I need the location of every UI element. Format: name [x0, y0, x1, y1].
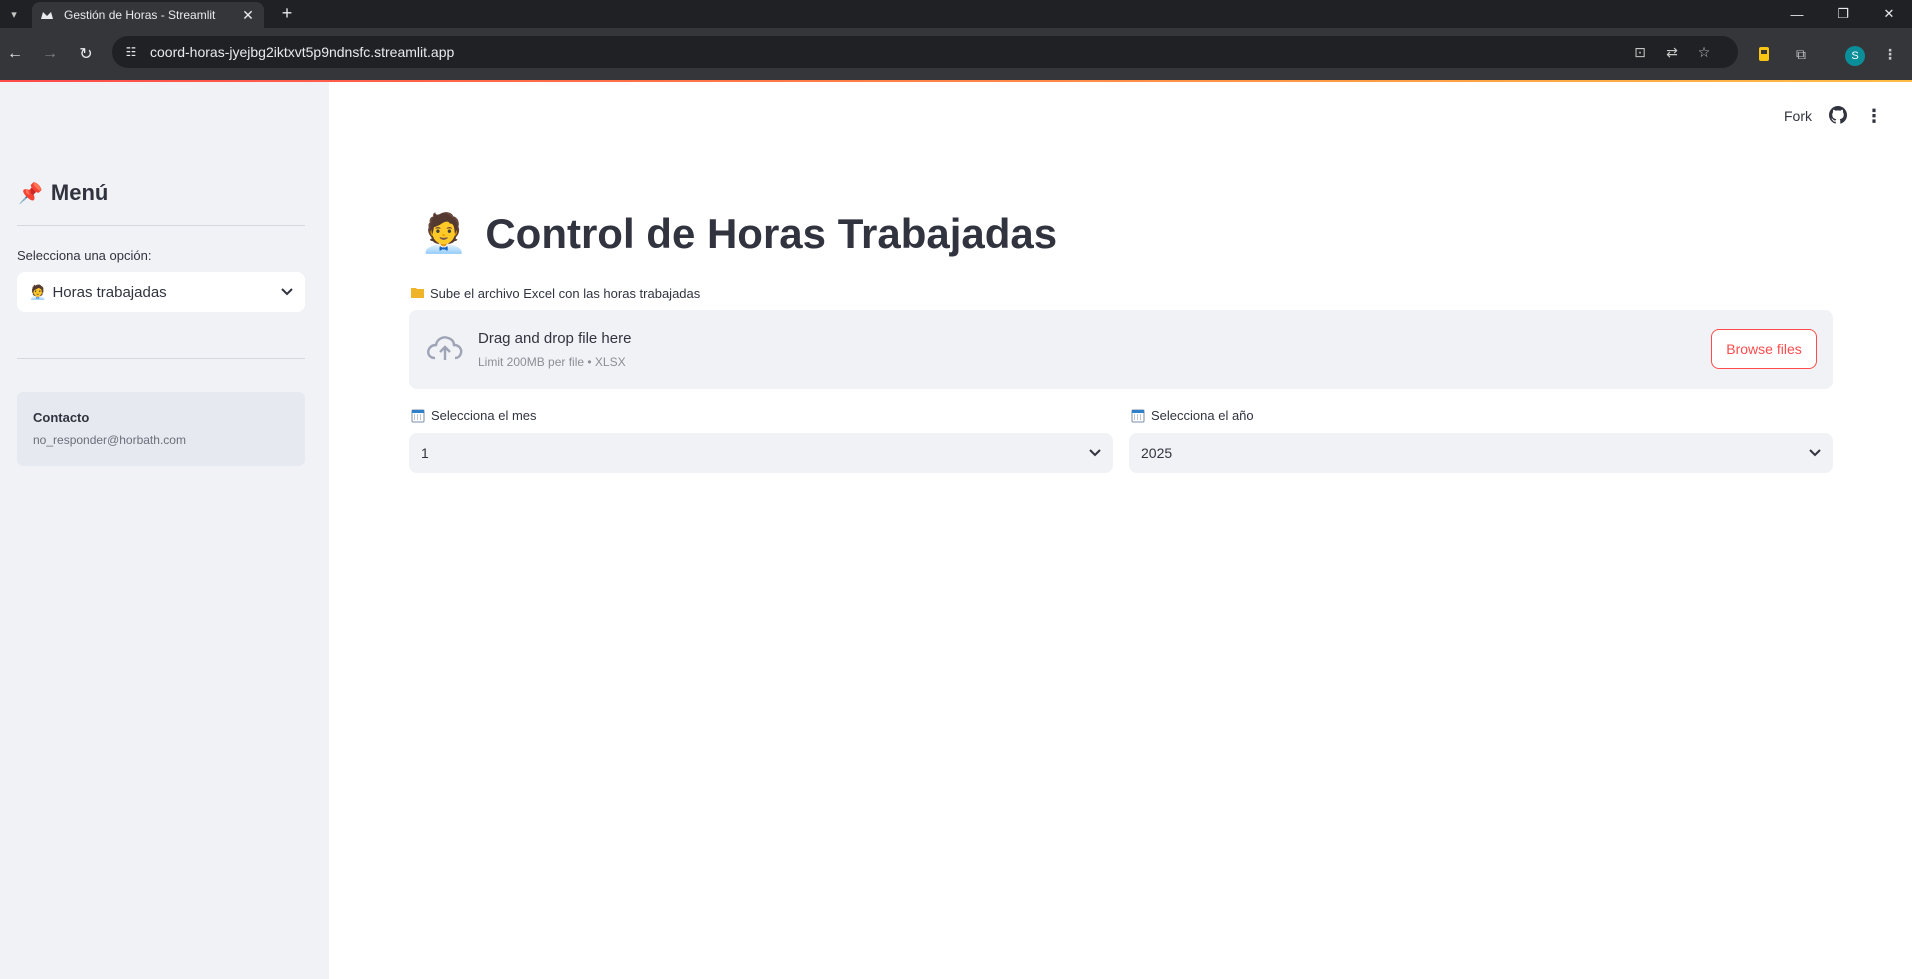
new-tab-icon[interactable]: +: [276, 3, 298, 24]
profile-avatar[interactable]: S: [1845, 46, 1865, 66]
file-dropzone[interactable]: Drag and drop file here Limit 200MB per …: [409, 310, 1833, 389]
pushpin-icon: 📌: [18, 182, 43, 205]
menu-title-text: Menú: [50, 180, 109, 205]
reload-icon[interactable]: ↻: [73, 41, 99, 67]
month-select[interactable]: 1: [409, 433, 1113, 473]
year-value: 2025: [1141, 445, 1173, 461]
office-worker-icon: 🧑‍💼: [420, 213, 468, 255]
year-label-text: Selecciona el año: [1151, 408, 1254, 423]
url-text: coord-horas-jyejbg2iktxvt5p9ndnsfc.strea…: [150, 44, 455, 60]
tab-title: Gestión de Horas - Streamlit: [64, 8, 216, 22]
dropzone-limit: Limit 200MB per file • XLSX: [478, 355, 626, 369]
selected-option: Horas trabajadas: [52, 283, 167, 301]
chevron-down-icon: [1089, 444, 1101, 462]
fork-button[interactable]: Fork: [1784, 108, 1812, 124]
github-icon[interactable]: [1829, 106, 1847, 124]
page-title: 🧑‍💼 Control de Horas Trabajadas: [420, 210, 1057, 258]
forward-icon[interactable]: →: [37, 41, 63, 67]
year-label: Selecciona el año: [1131, 408, 1254, 423]
sidebar-menu-title: 📌 Menú: [18, 180, 108, 206]
calendar-icon: [411, 409, 425, 422]
dropzone-instructions: Drag and drop file here: [478, 330, 632, 347]
browser-toolbar: ← → ↻ ☷ coord-horas-jyejbg2iktxvt5p9ndns…: [0, 28, 1912, 80]
year-select[interactable]: 2025: [1129, 433, 1833, 473]
option-select[interactable]: 🧑‍💼 Horas trabajadas: [17, 272, 305, 312]
browser-menu-icon[interactable]: ⋮: [1877, 41, 1903, 67]
browser-tab[interactable]: Gestión de Horas - Streamlit ✕: [32, 2, 264, 28]
address-bar[interactable]: ☷ coord-horas-jyejbg2iktxvt5p9ndnsfc.str…: [112, 36, 1738, 68]
option-select-label: Selecciona una opción:: [17, 248, 152, 263]
extension-pinned-icon[interactable]: [1751, 41, 1777, 67]
chevron-down-icon: [1809, 444, 1821, 462]
calendar-icon: [1131, 409, 1145, 422]
bookmark-star-icon[interactable]: ☆: [1692, 36, 1716, 68]
browser-tab-bar: ▾ Gestión de Horas - Streamlit ✕ + — ❐ ✕: [0, 0, 1912, 28]
back-icon[interactable]: ←: [2, 41, 28, 67]
sidebar: 📌 Menú Selecciona una opción: 🧑‍💼 Horas …: [0, 82, 329, 979]
translate-icon[interactable]: ⇄: [1660, 36, 1684, 68]
folder-icon: [411, 286, 424, 301]
contact-card: Contacto no_responder@horbath.com: [17, 392, 305, 466]
restore-icon[interactable]: ❐: [1820, 0, 1866, 28]
close-window-icon[interactable]: ✕: [1866, 0, 1912, 28]
month-label: Selecciona el mes: [411, 408, 537, 423]
app-menu-icon[interactable]: ⋮: [1865, 106, 1883, 126]
upload-label-text: Sube el archivo Excel con las horas trab…: [430, 286, 701, 301]
browse-files-button[interactable]: Browse files: [1711, 329, 1817, 369]
page-title-text: Control de Horas Trabajadas: [485, 210, 1058, 257]
month-label-text: Selecciona el mes: [431, 408, 537, 423]
upload-label: Sube el archivo Excel con las horas trab…: [411, 286, 700, 301]
contact-title: Contacto: [33, 410, 90, 425]
tab-search-icon[interactable]: ▾: [4, 4, 24, 24]
chevron-down-icon: [281, 285, 293, 299]
extensions-puzzle-icon[interactable]: ⧉: [1788, 41, 1814, 67]
sidebar-divider: [17, 358, 305, 359]
cloud-upload-icon: [427, 336, 463, 360]
install-app-icon[interactable]: ⊡: [1628, 36, 1652, 68]
sidebar-divider: [17, 225, 305, 226]
contact-email: no_responder@horbath.com: [33, 433, 186, 447]
month-value: 1: [421, 445, 429, 461]
office-worker-icon: 🧑‍💼: [29, 283, 47, 300]
close-tab-icon[interactable]: ✕: [240, 7, 256, 24]
streamlit-favicon-icon: [40, 8, 54, 22]
site-info-icon[interactable]: ☷: [122, 43, 140, 61]
minimize-icon[interactable]: —: [1774, 0, 1820, 28]
